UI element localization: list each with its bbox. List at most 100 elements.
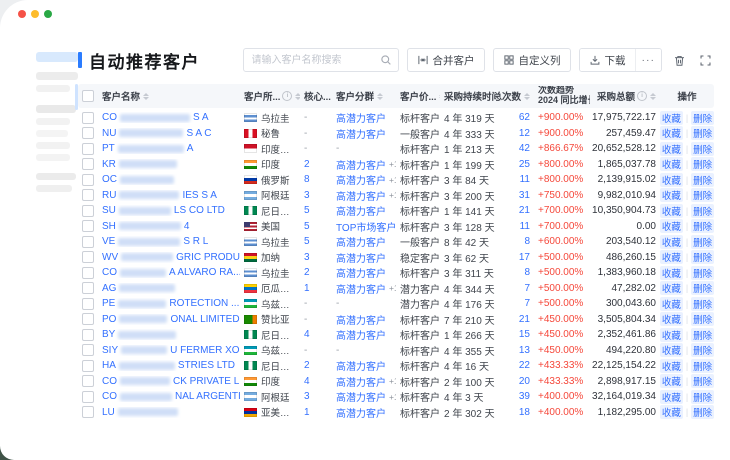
delete-button[interactable]: 删除 <box>691 374 714 389</box>
segment-link[interactable]: 高潜力客户 <box>336 157 386 172</box>
purchase-count-value[interactable]: 7 <box>524 298 530 309</box>
purchase-count-value[interactable]: 21 <box>519 314 530 325</box>
customer-name-link[interactable]: SIY U FERMER XO... <box>98 345 240 356</box>
delete-button[interactable]: 删除 <box>691 110 714 125</box>
row-checkbox[interactable] <box>82 328 94 341</box>
purchase-count-value[interactable]: 62 <box>519 112 530 123</box>
purchase-count-value[interactable]: 12 <box>519 128 530 139</box>
core-count-value[interactable]: 3 <box>304 252 310 263</box>
core-count-value[interactable]: 1 <box>304 407 310 418</box>
favorite-button[interactable]: 收藏 <box>660 374 683 389</box>
sidebar-item[interactable] <box>36 185 72 192</box>
favorite-button[interactable]: 收藏 <box>660 281 683 296</box>
segment-link[interactable]: 高潜力客户 <box>336 312 386 327</box>
row-checkbox[interactable] <box>82 251 94 264</box>
row-checkbox[interactable] <box>82 204 94 217</box>
core-count-value[interactable]: 4 <box>304 376 310 387</box>
purchase-count-value[interactable]: 39 <box>519 391 530 402</box>
favorite-button[interactable]: 收藏 <box>660 389 683 404</box>
delete-button[interactable]: 删除 <box>691 312 714 327</box>
core-count-value[interactable]: 5 <box>304 221 310 232</box>
row-checkbox[interactable] <box>82 406 94 419</box>
segment-link[interactable]: 高潜力客户 <box>336 265 386 280</box>
segment-link[interactable]: 高潜力客户 <box>336 110 386 125</box>
segment-link[interactable]: 高潜力客户 <box>336 172 386 187</box>
segment-link[interactable]: 高潜力客户 <box>336 281 386 296</box>
segment-link[interactable]: 高潜力客户 <box>336 374 386 389</box>
sidebar-item-active[interactable] <box>36 52 78 62</box>
favorite-button[interactable]: 收藏 <box>660 203 683 218</box>
close-window-button[interactable] <box>18 10 26 18</box>
favorite-button[interactable]: 收藏 <box>660 234 683 249</box>
delete-button[interactable]: 删除 <box>691 203 714 218</box>
column-header-value[interactable]: 客户价... <box>396 89 440 103</box>
segment-link[interactable]: 高潜力客户 <box>336 358 386 373</box>
delete-button[interactable]: 删除 <box>691 250 714 265</box>
core-count-value[interactable]: 3 <box>304 190 310 201</box>
row-checkbox[interactable] <box>82 111 94 124</box>
favorite-button[interactable]: 收藏 <box>660 296 683 311</box>
sort-caret-icon[interactable] <box>524 92 530 100</box>
favorite-button[interactable]: 收藏 <box>660 110 683 125</box>
segment-link[interactable]: TOP市场客户 <box>336 219 396 234</box>
row-checkbox[interactable] <box>82 158 94 171</box>
delete-button[interactable]: 删除 <box>691 188 714 203</box>
customer-name-link[interactable]: PT A <box>98 143 240 154</box>
delete-button[interactable]: 删除 <box>691 234 714 249</box>
trash-button[interactable] <box>670 51 688 69</box>
sidebar-item[interactable] <box>36 105 76 113</box>
purchase-count-value[interactable]: 8 <box>524 267 530 278</box>
customer-name-link[interactable]: CO CK PRIVATE LI... <box>98 376 240 387</box>
segment-link[interactable]: 高潜力客户 <box>336 405 386 420</box>
row-checkbox[interactable] <box>82 390 94 403</box>
row-checkbox[interactable] <box>82 375 94 388</box>
customer-name-link[interactable]: VE S R L <box>98 236 240 247</box>
favorite-button[interactable]: 收藏 <box>660 126 683 141</box>
customer-name-link[interactable]: PE ROTECTION ... <box>98 298 240 309</box>
core-count-value[interactable]: 4 <box>304 329 310 340</box>
purchase-count-value[interactable]: 17 <box>519 252 530 263</box>
purchase-count-value[interactable]: 15 <box>519 329 530 340</box>
column-header-name[interactable]: 客户名称 <box>98 89 240 103</box>
customer-name-link[interactable]: LU <box>98 407 240 418</box>
merge-customers-button[interactable]: 合并客户 <box>406 48 485 72</box>
customer-name-link[interactable]: SU LS CO LTD <box>98 205 240 216</box>
favorite-button[interactable]: 收藏 <box>660 219 683 234</box>
purchase-count-value[interactable]: 13 <box>519 345 530 356</box>
favorite-button[interactable]: 收藏 <box>660 343 683 358</box>
column-header-duration[interactable]: 采购持续时间 <box>440 89 496 103</box>
delete-button[interactable]: 删除 <box>691 327 714 342</box>
favorite-button[interactable]: 收藏 <box>660 265 683 280</box>
purchase-count-value[interactable]: 18 <box>519 407 530 418</box>
sidebar-item[interactable] <box>36 142 70 149</box>
sidebar-item[interactable] <box>36 154 70 161</box>
row-checkbox[interactable] <box>82 282 94 295</box>
purchase-count-value[interactable]: 25 <box>519 159 530 170</box>
sidebar-item[interactable] <box>36 173 76 180</box>
purchase-count-value[interactable]: 7 <box>524 283 530 294</box>
segment-link[interactable]: 高潜力客户 <box>336 126 386 141</box>
sidebar-item[interactable] <box>36 118 70 125</box>
delete-button[interactable]: 删除 <box>691 141 714 156</box>
delete-button[interactable]: 删除 <box>691 405 714 420</box>
delete-button[interactable]: 删除 <box>691 157 714 172</box>
row-checkbox[interactable] <box>82 266 94 279</box>
sort-caret-icon[interactable] <box>377 92 384 100</box>
more-button[interactable]: ··· <box>634 49 661 71</box>
core-count-value[interactable]: 2 <box>304 159 310 170</box>
purchase-count-value[interactable]: 31 <box>519 190 530 201</box>
custom-columns-button[interactable]: 自定义列 <box>492 48 571 72</box>
column-header-count[interactable]: 采购总次数 <box>496 89 534 103</box>
favorite-button[interactable]: 收藏 <box>660 188 683 203</box>
favorite-button[interactable]: 收藏 <box>660 405 683 420</box>
row-checkbox[interactable] <box>82 235 94 248</box>
purchase-count-value[interactable]: 20 <box>519 376 530 387</box>
purchase-count-value[interactable]: 22 <box>519 360 530 371</box>
customer-name-link[interactable]: PO ONAL LIMITED <box>98 314 240 325</box>
column-header-core[interactable]: 核心... <box>300 89 332 103</box>
favorite-button[interactable]: 收藏 <box>660 327 683 342</box>
row-checkbox[interactable] <box>82 344 94 357</box>
customer-name-link[interactable]: BY <box>98 329 240 340</box>
customer-name-link[interactable]: CO A ALVARO RA... <box>98 267 240 278</box>
purchase-count-value[interactable]: 42 <box>519 143 530 154</box>
